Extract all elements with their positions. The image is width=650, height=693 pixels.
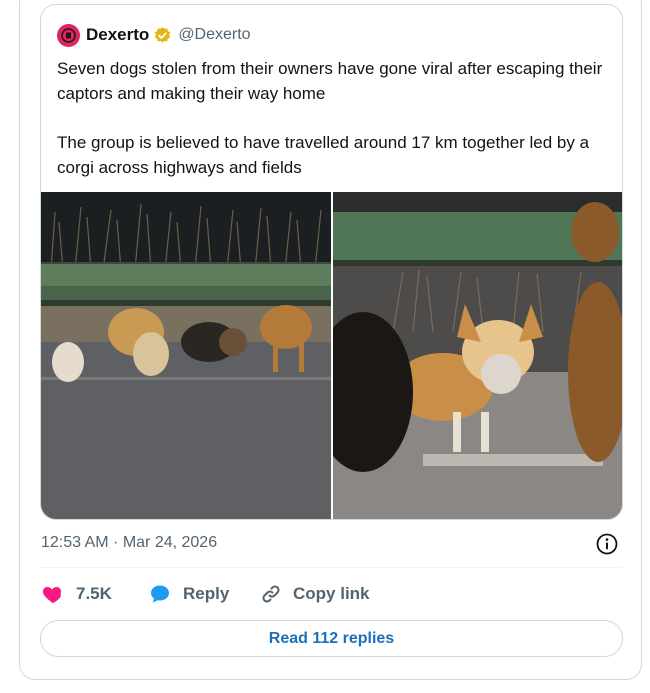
divider [41,567,622,568]
like-button[interactable]: 7.5K [41,582,148,606]
quoted-tweet-card[interactable]: Dexerto @Dexerto Seven dogs stolen from … [40,4,623,520]
speech-bubble-icon [151,585,169,603]
action-bar: 7.5K Reply Copy link [41,580,370,608]
post-timestamp[interactable]: 12:53 AM · Mar 24, 2026 [41,534,217,552]
reply-label: Reply [183,584,230,603]
tweet-text: Seven dogs stolen from their owners have… [57,57,617,180]
tweet-paragraph: Seven dogs stolen from their owners have… [57,59,603,103]
dexerto-logo-icon [61,27,76,43]
avatar[interactable] [57,23,80,47]
quoted-tweet-header: Dexerto @Dexerto [57,23,251,47]
tweet-paragraph: The group is believed to have travelled … [57,133,590,177]
media-grid [41,192,622,519]
info-icon[interactable] [595,532,619,556]
link-icon [262,585,280,603]
read-replies-button[interactable]: Read 112 replies [40,620,623,657]
handle[interactable]: @Dexerto [178,26,250,44]
verified-badge-icon [153,26,172,45]
corgi-photo[interactable] [333,192,622,519]
heart-icon [42,587,62,603]
dog-group-photo[interactable] [41,192,331,519]
like-count: 7.5K [76,584,112,603]
copy-link-button[interactable]: Copy link [259,582,370,606]
display-name[interactable]: Dexerto [86,25,149,45]
copy-link-label: Copy link [293,584,370,603]
reply-button[interactable]: Reply [148,582,259,606]
